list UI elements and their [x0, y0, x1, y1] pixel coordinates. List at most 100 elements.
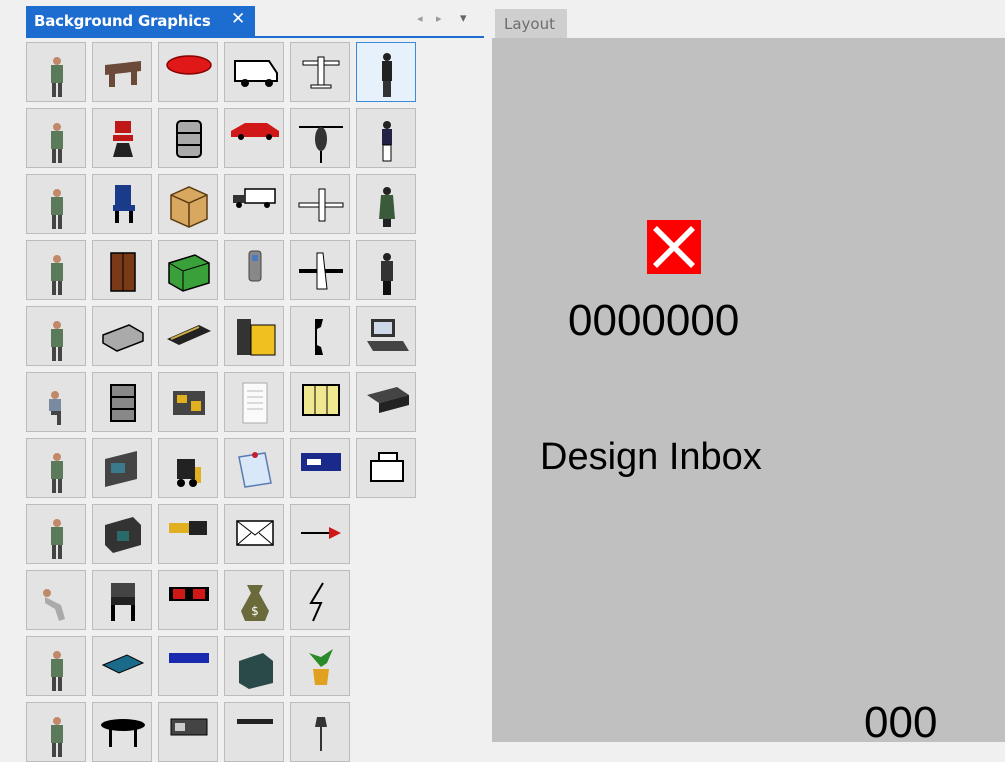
graphic-tile[interactable] [224, 42, 284, 102]
graphic-tile[interactable] [290, 42, 350, 102]
graphic-tile[interactable] [26, 240, 86, 300]
background-graphics-tab[interactable]: Background Graphics ✕ [26, 6, 255, 36]
graphic-tile[interactable] [158, 108, 218, 168]
graphic-tile[interactable] [92, 174, 152, 234]
battery-icon [169, 587, 209, 601]
graphic-tile[interactable] [26, 504, 86, 564]
jet-icon [299, 252, 343, 290]
bar-icon [237, 719, 273, 724]
sign-icon [301, 453, 341, 471]
conveyor-icon [167, 325, 211, 345]
scroll-right-icon[interactable]: ▸ [436, 12, 442, 25]
graphic-tile[interactable] [224, 438, 284, 498]
tab-title: Background Graphics [34, 12, 211, 30]
truck-icon [233, 188, 276, 208]
graphic-tile[interactable] [158, 570, 218, 630]
person-icon [51, 321, 63, 361]
background-graphics-panel: Background Graphics ✕ ◂ ▸ ▾ $ [0, 0, 487, 762]
chevron-down-icon[interactable]: ▾ [460, 11, 467, 26]
graphic-tile[interactable] [92, 504, 152, 564]
graphic-tile[interactable] [158, 42, 218, 102]
graphic-tile[interactable] [26, 372, 86, 432]
graphic-tile[interactable] [224, 174, 284, 234]
helicopter-icon [299, 126, 343, 163]
error-x-icon[interactable] [647, 220, 701, 274]
graphic-tile[interactable] [290, 702, 350, 762]
scroll-left-icon[interactable]: ◂ [417, 12, 423, 25]
graphic-tile[interactable] [92, 306, 152, 366]
graphic-tile[interactable] [290, 174, 350, 234]
graphic-tile[interactable] [224, 240, 284, 300]
close-icon[interactable]: ✕ [231, 9, 245, 29]
layout-canvas[interactable]: 0000000 Design Inbox 000 [492, 38, 1005, 742]
graphic-tile[interactable] [290, 438, 350, 498]
graphic-tile[interactable] [92, 702, 152, 762]
graphic-tile[interactable] [158, 372, 218, 432]
person-icon [51, 189, 63, 229]
svg-text:$: $ [251, 604, 259, 618]
graphic-tile[interactable] [26, 438, 86, 498]
container-icon [168, 254, 210, 292]
tab-layout[interactable]: Layout [495, 9, 567, 38]
graphic-tile[interactable] [290, 306, 350, 366]
graphic-tile[interactable] [224, 108, 284, 168]
graphic-tile[interactable] [356, 306, 416, 366]
graphic-tile[interactable] [26, 636, 86, 696]
graphic-tile[interactable] [224, 306, 284, 366]
graphic-tile[interactable] [356, 372, 416, 432]
graphic-tile[interactable] [158, 306, 218, 366]
printer-icon [367, 387, 409, 413]
table-icon [101, 719, 145, 747]
graphic-tile[interactable] [224, 636, 284, 696]
graphic-tile[interactable] [224, 504, 284, 564]
graphic-tile[interactable] [290, 372, 350, 432]
van-icon [234, 60, 278, 87]
graphic-tile[interactable] [92, 636, 152, 696]
graphic-tile[interactable] [92, 108, 152, 168]
person-icon [51, 651, 63, 691]
red-chair-icon [113, 121, 133, 157]
graphic-tile[interactable] [356, 108, 416, 168]
barrel-icon [176, 120, 202, 158]
lightning-icon [309, 582, 324, 622]
graphic-tile[interactable] [26, 570, 86, 630]
graphic-tile[interactable] [224, 372, 284, 432]
graphic-tile[interactable] [158, 174, 218, 234]
graphic-tile[interactable] [158, 504, 218, 564]
graphic-tile[interactable] [290, 570, 350, 630]
airplane-icon [298, 188, 344, 222]
pallet-icon [169, 653, 209, 663]
graphic-tile[interactable] [26, 702, 86, 762]
forklift-icon [177, 459, 201, 487]
graphic-tile[interactable] [158, 702, 218, 762]
envelope-icon [236, 520, 274, 546]
graphic-tile[interactable] [26, 108, 86, 168]
person-icon [51, 123, 63, 163]
graphic-tile[interactable] [92, 438, 152, 498]
graphic-tile[interactable] [26, 306, 86, 366]
graphic-tile[interactable] [158, 240, 218, 300]
lamp-icon [315, 717, 327, 751]
graphic-tile[interactable] [26, 42, 86, 102]
graphic-tile[interactable] [356, 42, 416, 102]
graphic-tile[interactable] [158, 438, 218, 498]
graphic-tile[interactable] [356, 438, 416, 498]
graphic-tile[interactable] [356, 174, 416, 234]
graphic-tile[interactable] [92, 372, 152, 432]
graphic-tile[interactable] [26, 174, 86, 234]
graphic-tile[interactable] [290, 108, 350, 168]
graphic-tile[interactable] [92, 42, 152, 102]
graphic-tile[interactable]: $ [224, 570, 284, 630]
graphic-tile[interactable] [158, 636, 218, 696]
graphic-tile[interactable] [92, 570, 152, 630]
graphic-tile[interactable] [356, 240, 416, 300]
graphic-tile[interactable] [290, 504, 350, 564]
cubicle-icon [105, 517, 141, 553]
graphic-tile[interactable] [290, 240, 350, 300]
graphic-tile[interactable] [224, 702, 284, 762]
graphic-tile[interactable] [290, 636, 350, 696]
brick-icon [102, 324, 144, 352]
graphic-tile[interactable] [92, 240, 152, 300]
plug-icon [169, 521, 207, 535]
person-icon [51, 453, 63, 493]
